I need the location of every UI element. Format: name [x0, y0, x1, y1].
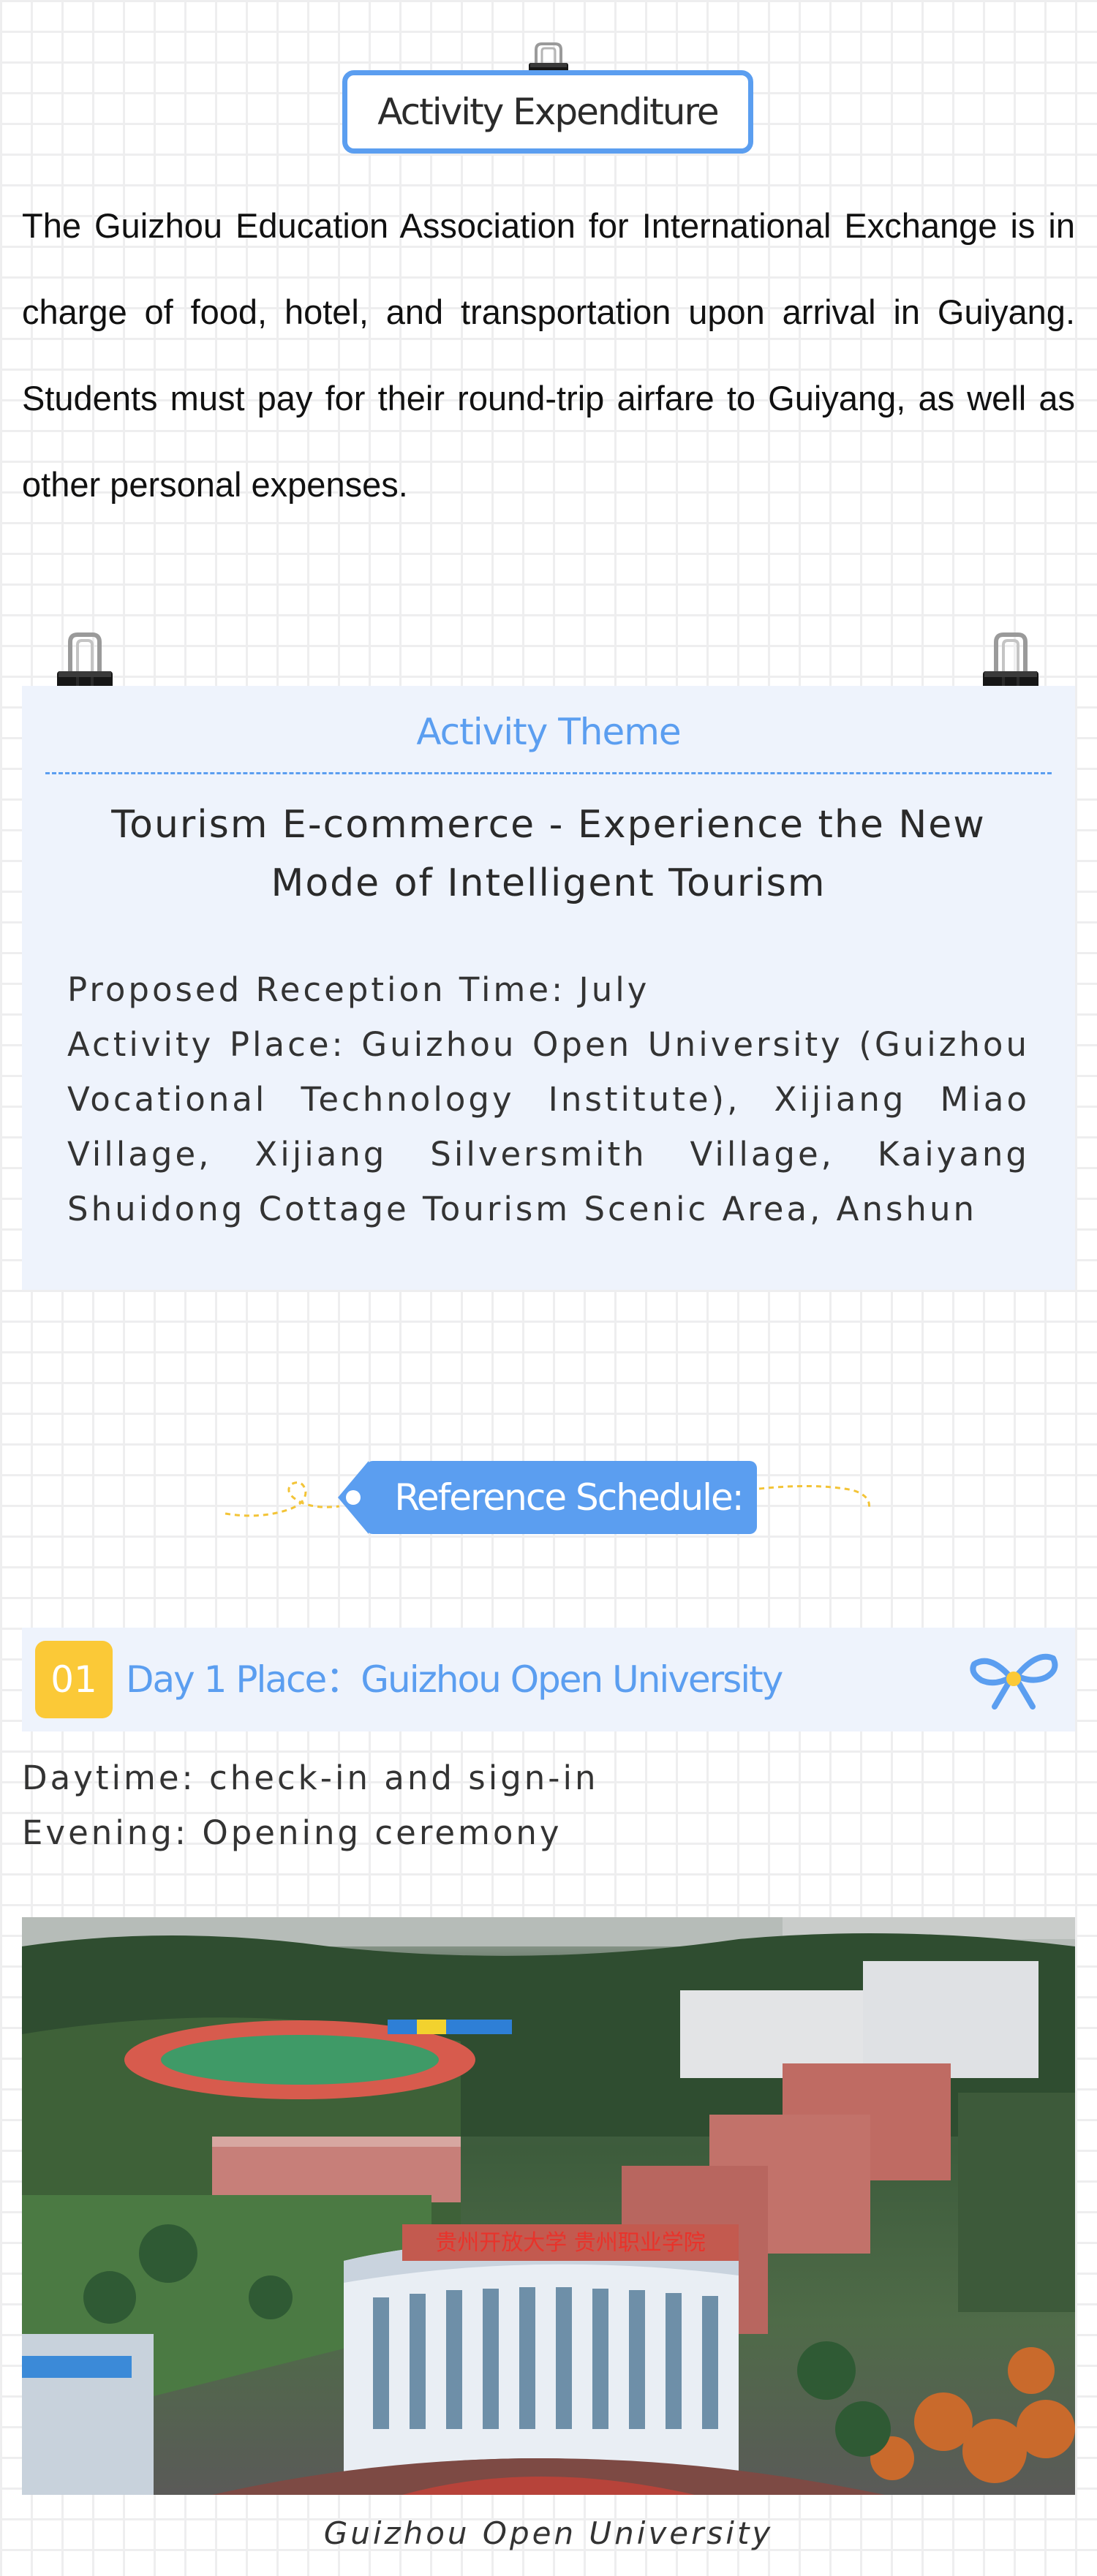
- reference-schedule-banner: Reference Schedule:: [366, 1461, 757, 1534]
- expenditure-title: Activity Expenditure: [342, 70, 753, 154]
- dashed-swirl-decoration: [758, 1484, 871, 1510]
- campus-photo: 贵州开放大学 贵州职业学院: [22, 1917, 1075, 2495]
- photo-caption: Guizhou Open University: [323, 2515, 774, 2551]
- reception-time: Proposed Reception Time: July: [67, 970, 650, 1009]
- banner-dot: [346, 1490, 361, 1505]
- theme-heading: Tourism E-commerce - Experience the New …: [111, 803, 986, 905]
- building-sign: 贵州开放大学 贵州职业学院: [435, 2230, 706, 2256]
- activity-place: Activity Place: Guizhou Open University …: [67, 1025, 1030, 1228]
- theme-details: Proposed Reception Time: July Activity P…: [67, 962, 1030, 1236]
- day-number-badge: 01: [35, 1641, 113, 1718]
- ribbon-bow-icon: [970, 1653, 1058, 1710]
- dashed-swirl-decoration: [225, 1481, 340, 1517]
- dashed-divider: [45, 772, 1052, 774]
- expenditure-body: The Guizhou Education Association for In…: [22, 206, 1075, 504]
- day-title: Day 1 Place：Guizhou Open University: [126, 1658, 783, 1701]
- activity-theme-card: Activity Theme Tourism E-commerce - Expe…: [22, 686, 1075, 1290]
- theme-label: Activity Theme: [416, 711, 681, 753]
- daytime-activity: Daytime: check-in and sign-in: [22, 1759, 599, 1797]
- evening-activity: Evening: Opening ceremony: [22, 1813, 562, 1852]
- day-activities: Daytime: check-in and sign-in Evening: O…: [22, 1750, 1075, 1860]
- day-header: 01 Day 1 Place：Guizhou Open University: [22, 1628, 1075, 1731]
